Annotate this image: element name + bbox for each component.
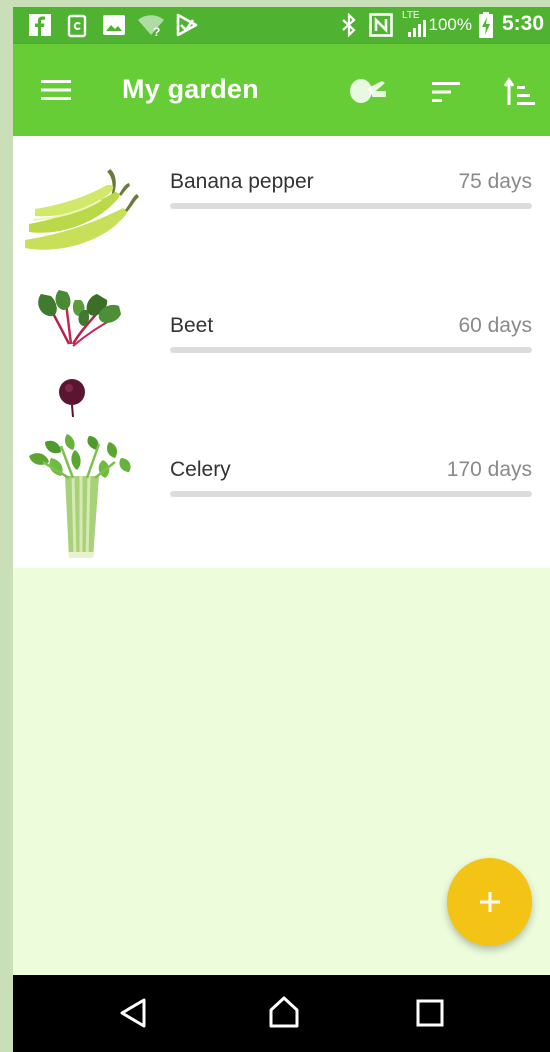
plant-list: Banana pepper 75 days Beet 60 days Celer… [13, 136, 550, 568]
recents-icon[interactable] [416, 999, 444, 1027]
add-plant-button[interactable] [447, 858, 532, 946]
signal-icon [408, 20, 426, 37]
nfc-icon [369, 13, 393, 37]
plus-icon [479, 892, 500, 912]
status-bar: ? LTE 100% 5:30 [13, 7, 550, 44]
image-icon [103, 15, 125, 35]
menu-icon[interactable] [41, 79, 71, 101]
plant-days: 75 days [458, 170, 532, 193]
plant-name: Beet [170, 314, 214, 337]
plant-name: Banana pepper [170, 170, 314, 193]
plant-days: 60 days [458, 314, 532, 337]
celery-image [29, 434, 131, 559]
growth-progress-bar [170, 347, 532, 353]
beet-image [38, 290, 121, 418]
banana-pepper-image [25, 169, 139, 250]
back-icon[interactable] [119, 997, 147, 1029]
watering-can-icon[interactable] [348, 75, 390, 107]
growth-progress-bar [170, 203, 532, 209]
plant-days: 170 days [446, 458, 532, 481]
page-title: My garden [122, 74, 259, 104]
clock: 5:30 [501, 12, 544, 35]
sort-ascending-icon[interactable] [504, 77, 536, 107]
clipboard-icon [67, 14, 87, 38]
battery-percent: 100% [428, 15, 472, 34]
plant-name: Celery [170, 458, 231, 481]
bluetooth-icon [342, 13, 356, 37]
plant-row-celery[interactable]: Celery 170 days [13, 424, 550, 568]
plant-row-beet[interactable]: Beet 60 days [13, 280, 550, 424]
system-nav-bar [13, 975, 550, 1052]
battery-charging-icon [479, 12, 493, 38]
sort-icon[interactable] [432, 81, 460, 103]
home-icon[interactable] [268, 995, 300, 1029]
wifi-question-icon: ? [138, 15, 164, 37]
growth-progress-bar [170, 491, 532, 497]
play-store-icon [176, 13, 198, 37]
phone-screen: ? LTE 100% 5:30 My garden Banana pepper … [13, 7, 550, 1052]
plant-row-banana-pepper[interactable]: Banana pepper 75 days [13, 136, 550, 280]
app-bar: My garden [13, 44, 550, 136]
svg-text:?: ? [153, 25, 160, 37]
facebook-icon [29, 14, 51, 36]
